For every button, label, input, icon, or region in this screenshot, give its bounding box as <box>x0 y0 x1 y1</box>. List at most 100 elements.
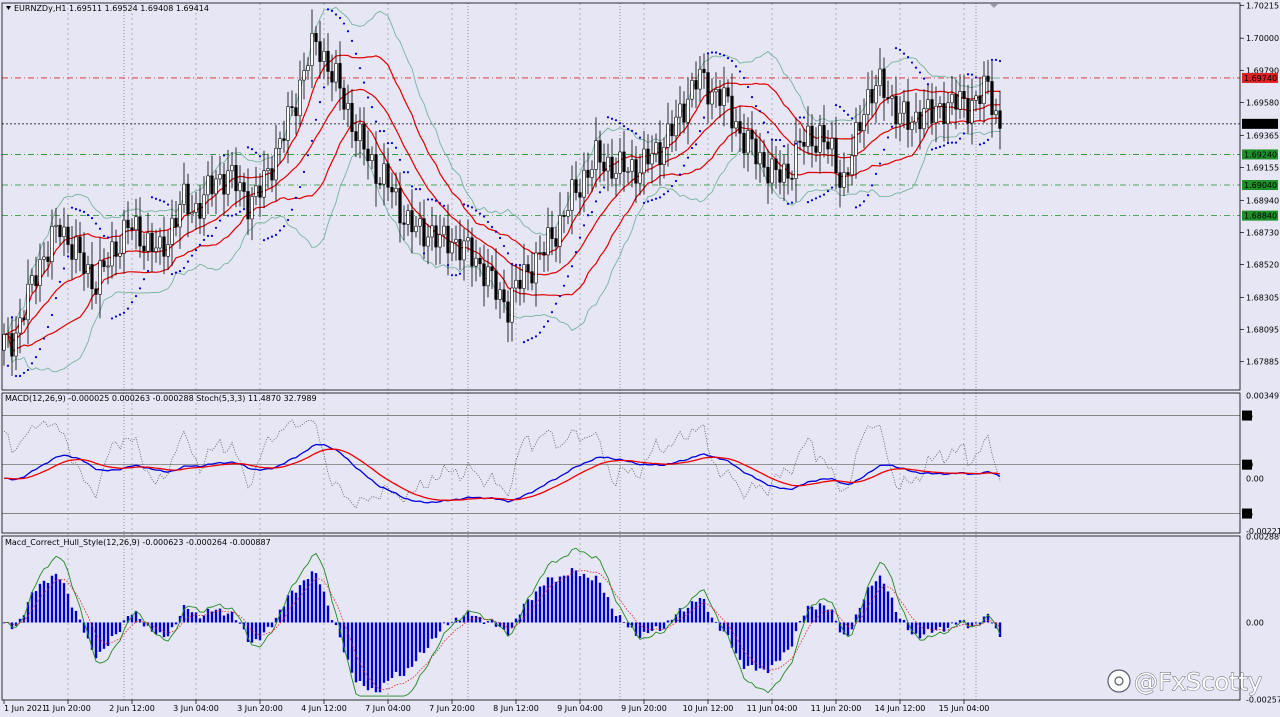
candle-body[interactable] <box>594 140 598 170</box>
candle-body[interactable] <box>802 142 806 147</box>
candle-body[interactable] <box>698 68 702 90</box>
candle-body[interactable] <box>70 244 74 260</box>
candle-body[interactable] <box>370 154 374 162</box>
candle-body[interactable] <box>230 165 234 172</box>
candle-body[interactable] <box>566 210 570 217</box>
candle-body[interactable] <box>970 100 974 124</box>
candle-body[interactable] <box>858 122 862 131</box>
candle-body[interactable] <box>162 236 166 257</box>
candle-body[interactable] <box>686 98 690 123</box>
candle-body[interactable] <box>638 172 642 184</box>
candle-body[interactable] <box>250 196 254 220</box>
candle-body[interactable] <box>234 165 238 192</box>
candle-body[interactable] <box>958 91 962 110</box>
candle-body[interactable] <box>642 148 646 174</box>
candle-body[interactable] <box>670 123 674 137</box>
candle-body[interactable] <box>382 163 386 185</box>
candle-body[interactable] <box>822 125 826 143</box>
candle-body[interactable] <box>94 288 98 295</box>
candle-body[interactable] <box>878 68 882 86</box>
candle-body[interactable] <box>902 101 906 114</box>
candle-body[interactable] <box>114 241 118 257</box>
candle-body[interactable] <box>422 218 426 247</box>
candle-body[interactable] <box>318 41 322 62</box>
candle-body[interactable] <box>330 71 334 83</box>
candle-body[interactable] <box>454 239 458 243</box>
candle-body[interactable] <box>682 103 686 123</box>
candle-body[interactable] <box>794 140 798 179</box>
candle-body[interactable] <box>522 264 526 289</box>
candle-body[interactable] <box>894 95 898 125</box>
candle-body[interactable] <box>98 260 102 295</box>
candle-body[interactable] <box>390 186 394 193</box>
candle-body[interactable] <box>82 252 86 274</box>
candle-body[interactable] <box>510 287 514 323</box>
candle-body[interactable] <box>402 222 406 225</box>
candle-body[interactable] <box>886 97 890 99</box>
candle-body[interactable] <box>718 89 722 106</box>
candle-body[interactable] <box>614 173 618 179</box>
candle-body[interactable] <box>278 138 282 149</box>
candle-body[interactable] <box>322 50 326 62</box>
candle-body[interactable] <box>602 161 606 172</box>
candle-body[interactable] <box>186 183 190 215</box>
candle-body[interactable] <box>790 177 794 180</box>
candle-body[interactable] <box>950 93 954 104</box>
candle-body[interactable] <box>658 142 662 165</box>
candle-body[interactable] <box>514 279 518 289</box>
candle-body[interactable] <box>106 265 110 268</box>
candle-body[interactable] <box>710 91 714 105</box>
candle-body[interactable] <box>154 247 158 252</box>
candle-body[interactable] <box>646 148 650 165</box>
candle-body[interactable] <box>158 236 162 249</box>
candle-body[interactable] <box>554 238 558 247</box>
candle-body[interactable] <box>798 140 802 143</box>
candle-body[interactable] <box>90 264 94 290</box>
candle-body[interactable] <box>846 172 850 176</box>
candle-body[interactable] <box>254 185 258 197</box>
candle-body[interactable] <box>206 175 210 196</box>
candle-body[interactable] <box>914 111 918 123</box>
candle-body[interactable] <box>870 89 874 104</box>
candle-body[interactable] <box>462 240 466 261</box>
candle-body[interactable] <box>666 123 670 148</box>
candle-body[interactable] <box>898 112 902 125</box>
candle-body[interactable] <box>874 85 878 104</box>
candle-body[interactable] <box>518 279 522 289</box>
candle-body[interactable] <box>198 202 202 219</box>
candle-body[interactable] <box>170 217 174 245</box>
candle-body[interactable] <box>498 289 502 300</box>
candle-body[interactable] <box>806 125 810 147</box>
candle-body[interactable] <box>306 65 310 71</box>
candle-body[interactable] <box>746 130 750 154</box>
candle-body[interactable] <box>282 138 286 141</box>
candle-body[interactable] <box>334 63 338 83</box>
candle-body[interactable] <box>838 172 842 188</box>
candle-body[interactable] <box>166 244 170 257</box>
candle-body[interactable] <box>834 137 838 173</box>
candle-body[interactable] <box>286 106 290 141</box>
chart-canvas[interactable]: 1.702151.700001.697901.695801.693651.691… <box>0 0 1280 717</box>
candle-body[interactable] <box>374 154 378 184</box>
candle-body[interactable] <box>442 225 446 236</box>
candle-body[interactable] <box>690 80 694 100</box>
candle-body[interactable] <box>450 242 454 254</box>
candle-body[interactable] <box>86 264 90 274</box>
candle-body[interactable] <box>634 159 638 184</box>
candle-body[interactable] <box>398 188 402 224</box>
candle-body[interactable] <box>258 185 262 198</box>
candle-body[interactable] <box>378 183 382 185</box>
candle-body[interactable] <box>934 105 938 123</box>
candle-body[interactable] <box>674 116 678 137</box>
candle-body[interactable] <box>130 227 134 231</box>
candle-body[interactable] <box>818 125 822 153</box>
candle-body[interactable] <box>558 215 562 247</box>
candle-body[interactable] <box>466 237 470 242</box>
candle-body[interactable] <box>618 151 622 174</box>
candle-body[interactable] <box>18 317 22 334</box>
candle-body[interactable] <box>778 169 782 183</box>
candle-body[interactable] <box>470 237 474 267</box>
candle-body[interactable] <box>842 172 846 188</box>
candle-body[interactable] <box>266 168 270 171</box>
candle-body[interactable] <box>38 259 42 286</box>
